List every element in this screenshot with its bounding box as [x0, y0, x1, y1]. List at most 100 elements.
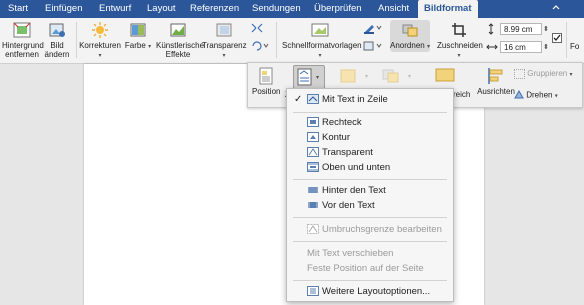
tab-entwurf[interactable]: Entwurf: [99, 0, 131, 18]
tab-referenzen[interactable]: Referenzen: [190, 0, 239, 18]
wrap-text-button[interactable]: ▾: [293, 65, 325, 89]
menu-item-label: Mit Text verschieben: [307, 248, 394, 259]
wrap-behind-icon: [307, 185, 319, 195]
tab-einfuegen[interactable]: Einfügen: [45, 0, 83, 18]
tab-bildformat[interactable]: Bildformat: [418, 0, 478, 18]
menu-item-label: Oben und unten: [322, 162, 391, 173]
color-button[interactable]: Farbe ▾: [124, 21, 152, 52]
crop-button[interactable]: Zuschneiden ▾: [437, 21, 483, 61]
compress-pictures-icon[interactable]: [250, 22, 264, 34]
menu-item-inline[interactable]: ✓ Mit Text in Zeile: [287, 92, 453, 107]
remove-background-label-1: Hintergrund: [2, 41, 44, 50]
transparency-label: Transparenz: [202, 41, 247, 50]
arrange-button[interactable]: Anordnen ▾: [390, 20, 430, 52]
menu-separator: [293, 280, 447, 281]
artistic-effects-label-1: Künstlerische: [156, 41, 205, 50]
wrap-tight-icon: [307, 132, 319, 142]
wrap-text-icon: [297, 68, 312, 86]
ribbon-tab-bar: Start Einfügen Entwurf Layout Referenzen…: [0, 0, 584, 18]
crop-label: Zuschneiden: [437, 41, 483, 50]
remove-background-icon: [13, 22, 31, 38]
menu-item-label: Transparent: [322, 147, 373, 158]
chevron-down-icon: ▾: [222, 53, 226, 59]
rotate-icon: [514, 89, 524, 101]
chevron-down-icon: ▾: [554, 93, 558, 100]
quick-styles-button[interactable]: Schnellformatvorlagen ▾: [282, 21, 362, 61]
chevron-down-icon: ▾: [457, 53, 461, 59]
collapse-ribbon-icon[interactable]: [551, 3, 561, 13]
remove-background-label-2: entfernen: [5, 50, 39, 59]
arrange-icon: [402, 24, 418, 37]
corrections-label: Korrekturen: [79, 41, 121, 50]
menu-item-tight[interactable]: Kontur: [287, 130, 453, 145]
height-icon: [486, 23, 496, 35]
chevron-down-icon: ▾: [569, 72, 573, 79]
crop-icon: [452, 23, 466, 37]
menu-separator: [293, 217, 447, 218]
picture-effects-icon[interactable]: [362, 40, 384, 52]
change-picture-icon: [49, 23, 65, 37]
menu-item-top-bottom[interactable]: Oben und unten: [287, 160, 453, 175]
tab-layout[interactable]: Layout: [147, 0, 176, 18]
tab-start[interactable]: Start: [8, 0, 28, 18]
height-stepper[interactable]: ⬍: [543, 25, 549, 33]
ribbon-separator: [76, 22, 77, 58]
change-picture-button[interactable]: Bild ändern: [44, 21, 70, 59]
menu-separator: [293, 241, 447, 242]
chevron-down-icon: ▾: [408, 74, 412, 80]
sun-icon: [92, 22, 108, 38]
format-pane-button[interactable]: Fo: [570, 42, 584, 51]
more-layout-options-icon: [307, 286, 319, 296]
selection-pane-icon[interactable]: [434, 67, 456, 83]
wrap-front-icon: [307, 200, 319, 210]
menu-item-through[interactable]: Transparent: [287, 145, 453, 160]
chevron-down-icon: ▾: [316, 75, 320, 81]
menu-separator: [293, 112, 447, 113]
width-field[interactable]: 16 cm: [500, 41, 542, 53]
menu-item-label: Hinter den Text: [322, 185, 386, 196]
height-field[interactable]: 8.99 cm: [500, 23, 542, 35]
change-picture-label-2: ändern: [44, 50, 70, 59]
rotate-label: Drehen: [526, 90, 553, 100]
wrap-top-bottom-icon: [307, 162, 319, 172]
menu-item-behind-text[interactable]: Hinter den Text: [287, 183, 453, 198]
reset-picture-icon[interactable]: [250, 40, 270, 52]
menu-item-front-text[interactable]: Vor den Text: [287, 198, 453, 213]
chevron-down-icon: ▾: [98, 53, 102, 59]
tab-sendungen[interactable]: Sendungen: [252, 0, 301, 18]
send-backward-icon[interactable]: [382, 69, 402, 83]
tab-ansicht[interactable]: Ansicht: [378, 0, 409, 18]
menu-item-fix-position[interactable]: Feste Position auf der Seite: [287, 261, 453, 276]
chevron-down-icon: ▾: [148, 44, 152, 50]
quick-styles-icon: [311, 23, 329, 37]
group-icon: [514, 69, 525, 79]
menu-item-label: Weitere Layoutoptionen...: [322, 286, 431, 297]
lock-aspect-ratio-icon[interactable]: [552, 33, 562, 43]
transparency-icon: [216, 23, 232, 37]
position-button[interactable]: Position: [252, 67, 280, 96]
menu-item-edit-wrap-points[interactable]: Umbruchsgrenze bearbeiten: [287, 222, 453, 237]
group-button[interactable]: Gruppieren ▾: [514, 69, 580, 80]
menu-item-more-layout-options[interactable]: Weitere Layoutoptionen...: [287, 284, 453, 299]
width-stepper[interactable]: ⬍: [543, 43, 549, 51]
menu-item-square[interactable]: Rechteck: [287, 115, 453, 130]
menu-item-label: Rechteck: [322, 117, 362, 128]
bring-forward-icon[interactable]: [340, 69, 358, 83]
tab-ueberpruefen[interactable]: Überprüfen: [314, 0, 362, 18]
wrap-text-menu: ✓ Mit Text in Zeile Rechteck Kontur Tran…: [286, 88, 454, 302]
menu-item-label: Umbruchsgrenze bearbeiten: [322, 224, 442, 235]
chevron-down-icon: ▾: [426, 44, 430, 50]
rotate-button[interactable]: Drehen ▾: [514, 89, 580, 102]
transparency-button[interactable]: Transparenz ▾: [202, 21, 247, 61]
align-button[interactable]: Ausrichten: [476, 67, 516, 96]
remove-background-button[interactable]: Hintergrund entfernen: [2, 21, 44, 59]
picture-border-icon[interactable]: [362, 22, 384, 34]
chevron-down-icon: ▾: [318, 53, 322, 59]
artistic-effects-button[interactable]: Künstlerische Effekte: [156, 21, 205, 59]
selection-pane-label: reich: [453, 90, 471, 99]
wrap-inline-icon: [307, 94, 319, 104]
wrap-square-icon: [307, 117, 319, 127]
corrections-button[interactable]: Korrekturen ▾: [79, 21, 121, 61]
quick-styles-label: Schnellformatvorlagen: [282, 41, 362, 50]
menu-item-move-with-text[interactable]: Mit Text verschieben: [287, 246, 453, 261]
